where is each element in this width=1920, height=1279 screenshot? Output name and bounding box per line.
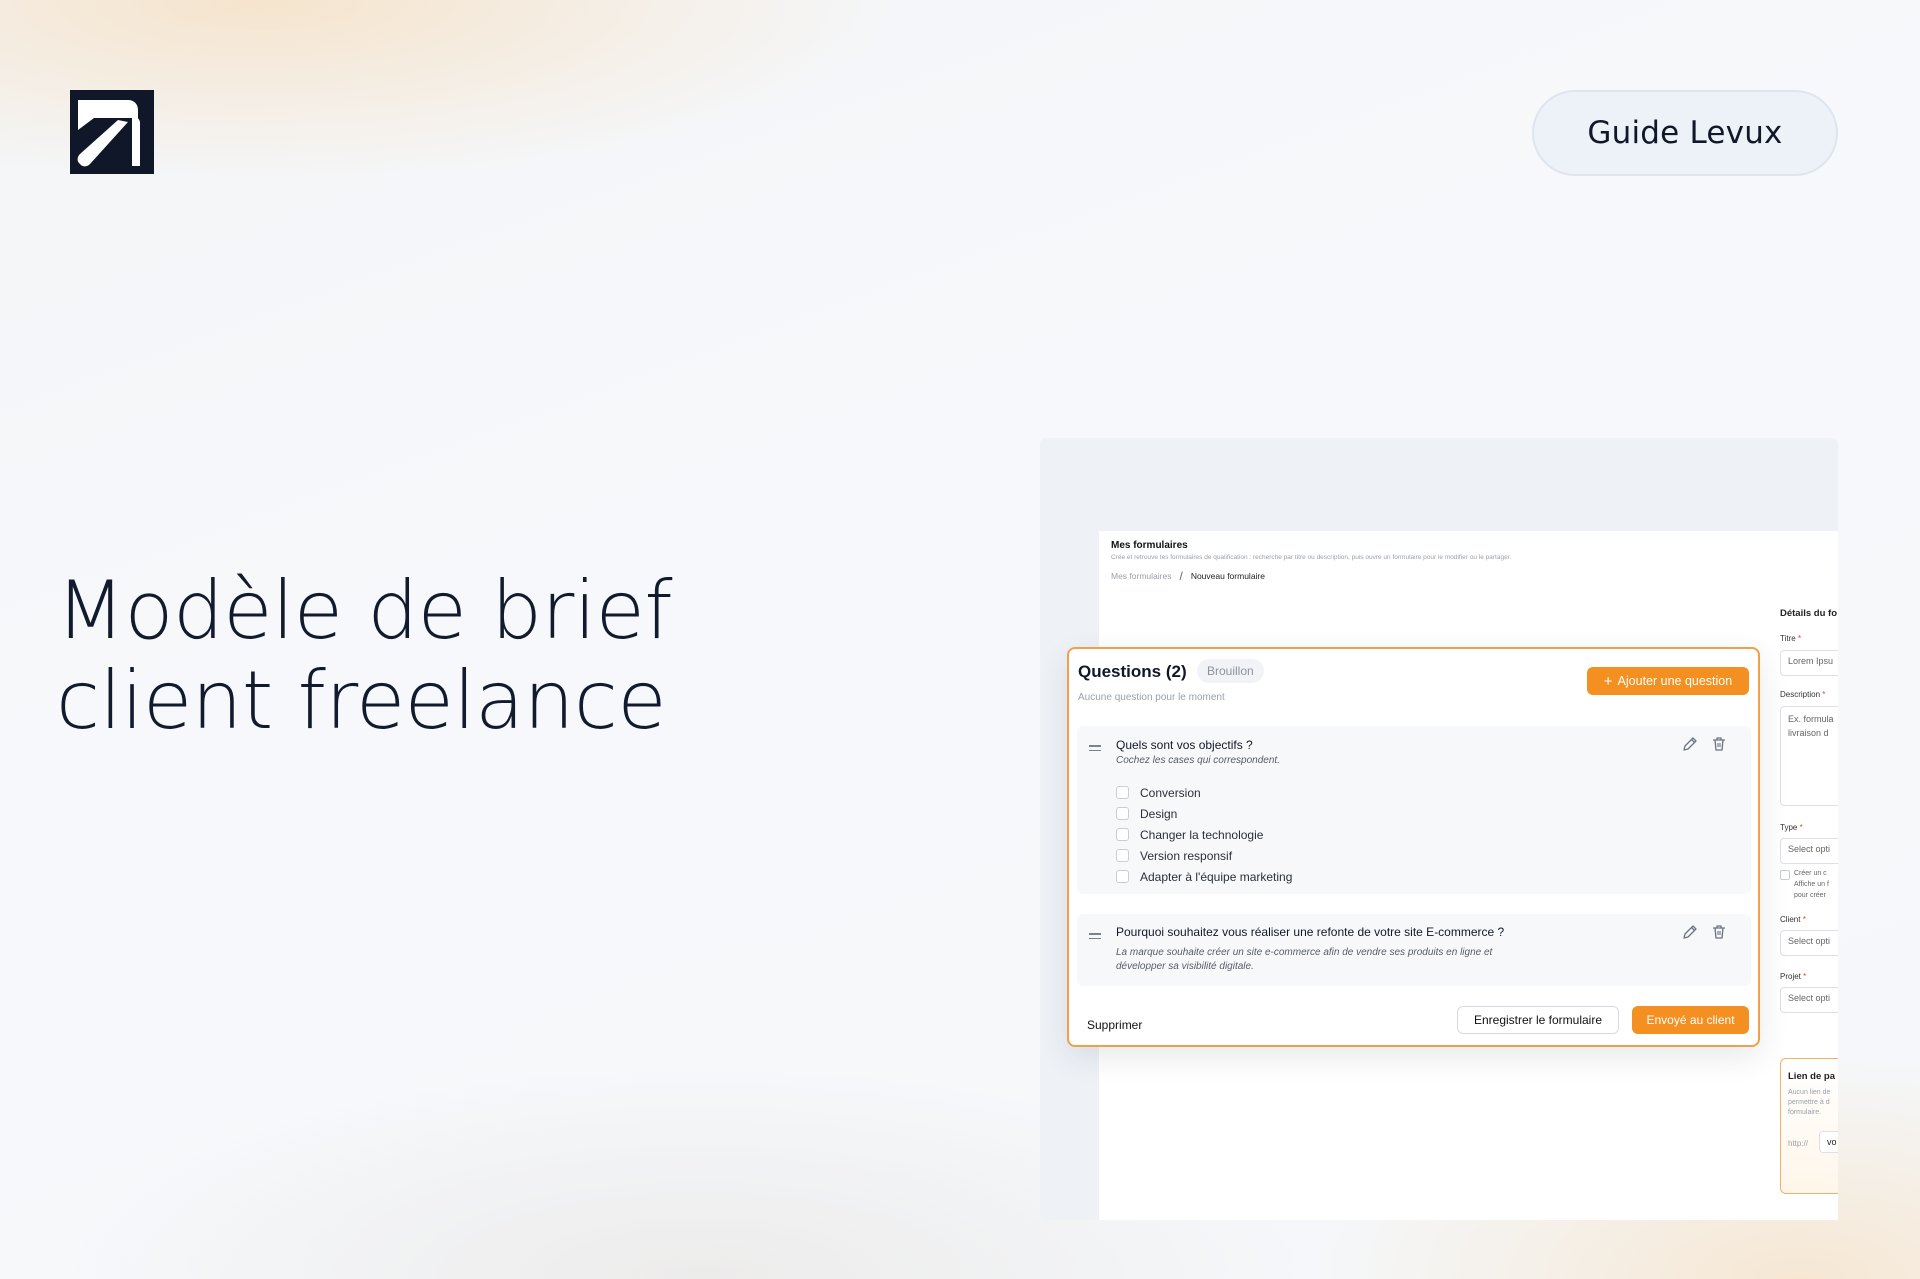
questions-card: Questions (2) Brouillon Aucune question … [1067, 647, 1760, 1047]
option-label: Version responsif [1140, 848, 1233, 863]
form-details-panel: Détails du fo Titre * Lorem Ipsu Descrip… [1778, 598, 1838, 1198]
checkbox[interactable] [1116, 828, 1129, 841]
breadcrumb-parent[interactable]: Mes formulaires [1111, 571, 1171, 581]
breadcrumb-current: Nouveau formulaire [1190, 571, 1265, 581]
link-desc-line-3: formulaire. [1788, 1109, 1822, 1116]
option-design[interactable]: Design [1116, 803, 1292, 824]
checkbox[interactable] [1116, 849, 1129, 862]
breadcrumb: Mes formulaires / Nouveau formulaire [1111, 569, 1265, 583]
title-label: Titre * [1780, 634, 1802, 643]
client-select[interactable]: Select opti [1780, 930, 1838, 956]
question-hint-line-2: développer sa visibilité digitale. [1116, 960, 1254, 972]
create-checkbox[interactable] [1780, 870, 1790, 880]
option-label: Changer la technologie [1140, 827, 1264, 842]
trash-icon[interactable] [1710, 735, 1728, 753]
option-conversion[interactable]: Conversion [1116, 782, 1292, 803]
type-label: Type * [1780, 823, 1803, 832]
hero-headline: Modèle de brief client freelance [56, 566, 816, 746]
status-badge: Brouillon [1197, 659, 1264, 683]
description-line-2: livraison d [1788, 728, 1829, 738]
create-line-2: Affiche un f [1794, 881, 1829, 888]
link-desc-line-2: permettre à d [1788, 1099, 1830, 1106]
headline-line-1: Modèle de brief [56, 564, 673, 657]
question-options: Conversion Design Changer la technologie… [1116, 782, 1292, 887]
option-marketing[interactable]: Adapter à l'équipe marketing [1116, 866, 1292, 887]
levux-logo-icon[interactable] [70, 90, 154, 174]
share-link-title: Lien de pa [1788, 1071, 1835, 1082]
question-item: Quels sont vos objectifs ? Cochez les ca… [1077, 726, 1751, 894]
add-question-label: Ajouter une question [1617, 674, 1733, 688]
option-label: Adapter à l'équipe marketing [1140, 869, 1293, 884]
guide-levux-button[interactable]: Guide Levux [1532, 90, 1838, 176]
drag-handle-icon[interactable] [1089, 933, 1101, 942]
details-heading: Détails du fo [1780, 608, 1838, 619]
breadcrumb-separator: / [1179, 569, 1183, 583]
save-form-button[interactable]: Enregistrer le formulaire [1457, 1006, 1619, 1034]
create-line-1: Créer un c [1794, 870, 1827, 877]
plus-icon: + [1603, 672, 1613, 690]
question-text: Quels sont vos objectifs ? [1116, 738, 1253, 752]
share-link-description: Aucun lien de permettre à d formulaire. [1788, 1088, 1830, 1118]
option-label: Conversion [1140, 785, 1201, 800]
delete-button[interactable]: Supprimer [1087, 1018, 1142, 1032]
question-item: Pourquoi souhaitez vous réaliser une ref… [1077, 914, 1751, 986]
headline-line-2: client freelance [56, 654, 667, 747]
client-label: Client * [1780, 915, 1806, 924]
add-question-button[interactable]: + Ajouter une question [1587, 667, 1749, 695]
pencil-icon[interactable] [1681, 735, 1699, 753]
description-textarea[interactable]: Ex. formula livraison d [1780, 706, 1838, 806]
checkbox[interactable] [1116, 870, 1129, 883]
link-prefix: http:// [1788, 1139, 1809, 1148]
question-hint: Cochez les cases qui correspondent. [1116, 755, 1280, 766]
create-option-text: Créer un c Affiche un f pour créer [1794, 868, 1829, 901]
option-responsive[interactable]: Version responsif [1116, 845, 1292, 866]
link-desc-line-1: Aucun lien de [1788, 1089, 1831, 1096]
page-subtitle: Crée et retrouve tes formulaires de qual… [1111, 554, 1512, 561]
option-label: Design [1140, 806, 1178, 821]
drag-handle-icon[interactable] [1089, 745, 1101, 754]
question-text: Pourquoi souhaitez vous réaliser une ref… [1116, 925, 1505, 939]
questions-title: Questions (2) [1078, 662, 1187, 681]
question-hint-line-1: La marque souhaite créer un site e-comme… [1116, 947, 1493, 958]
description-line-1: Ex. formula [1788, 714, 1834, 724]
option-technology[interactable]: Changer la technologie [1116, 824, 1292, 845]
question-hint: La marque souhaite créer un site e-comme… [1116, 946, 1492, 973]
trash-icon[interactable] [1710, 923, 1728, 941]
checkbox[interactable] [1116, 807, 1129, 820]
pencil-icon[interactable] [1681, 923, 1699, 941]
project-label: Projet * [1780, 972, 1807, 981]
title-input[interactable]: Lorem Ipsu [1780, 650, 1838, 676]
project-select[interactable]: Select opti [1780, 987, 1838, 1013]
create-line-3: pour créer [1794, 892, 1826, 899]
send-to-client-button[interactable]: Envoyé au client [1632, 1006, 1749, 1034]
share-link-card: Lien de pa Aucun lien de permettre à d f… [1780, 1058, 1838, 1194]
share-link-input[interactable]: vo [1819, 1131, 1838, 1153]
checkbox[interactable] [1116, 786, 1129, 799]
questions-empty-text: Aucune question pour le moment [1078, 692, 1225, 703]
type-select[interactable]: Select opti [1780, 838, 1838, 864]
page-title: Mes formulaires [1111, 540, 1188, 551]
description-label: Description * [1780, 690, 1826, 699]
